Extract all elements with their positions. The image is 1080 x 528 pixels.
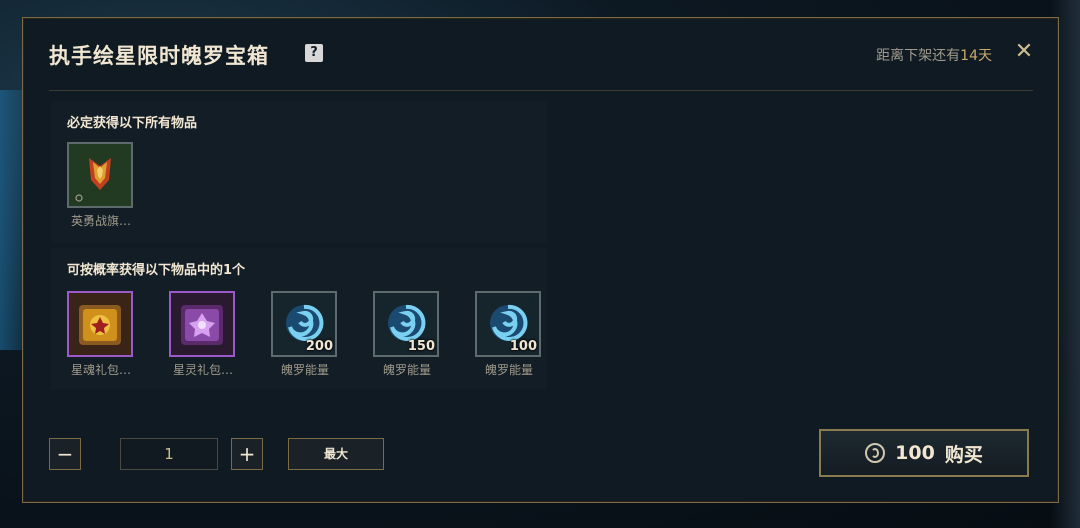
increase-button[interactable]: +	[231, 438, 263, 470]
gift-chest-icon	[169, 291, 235, 357]
coin-icon	[865, 443, 886, 463]
decrease-button[interactable]: −	[49, 438, 81, 470]
quantity-input[interactable]: 1	[120, 438, 218, 470]
buy-label: 购买	[944, 443, 983, 466]
random-section: 可按概率获得以下物品中的1个 星魂礼包… 星灵礼包… 200 魄罗能量 150 …	[51, 248, 547, 390]
removal-countdown: 距离下架还有14天	[876, 45, 992, 65]
swirl-energy-icon: 200	[271, 291, 337, 357]
buy-button[interactable]: 100 购买	[819, 429, 1029, 477]
loot-chest-modal: 执手绘星限时魄罗宝箱 ? 距离下架还有14天 ✕ 必定获得以下所有物品 英勇战旗…	[22, 17, 1059, 503]
item-quantity: 100	[509, 339, 537, 354]
item-label: 魄罗能量	[484, 363, 533, 377]
item-label: 魄罗能量	[382, 363, 431, 377]
reward-item-star-soul-pack[interactable]: 星魂礼包…	[67, 291, 135, 378]
reward-item-banner[interactable]: 英勇战旗…	[67, 142, 135, 229]
max-button[interactable]: 最大	[288, 438, 384, 470]
reward-item-poro-energy-150[interactable]: 150 魄罗能量	[373, 291, 441, 378]
item-label: 英勇战旗…	[70, 214, 131, 228]
countdown-days: 14天	[960, 48, 992, 64]
countdown-prefix: 距离下架还有	[876, 48, 961, 64]
item-label: 魄罗能量	[280, 363, 329, 377]
guaranteed-section: 必定获得以下所有物品 英勇战旗…	[51, 101, 547, 243]
random-title: 可按概率获得以下物品中的1个	[67, 263, 246, 278]
reward-item-poro-energy-200[interactable]: 200 魄罗能量	[271, 291, 339, 378]
item-label: 星魂礼包…	[70, 363, 131, 377]
reward-item-star-spirit-pack[interactable]: 星灵礼包…	[169, 291, 237, 378]
help-icon[interactable]: ?	[305, 44, 323, 62]
reward-item-poro-energy-100[interactable]: 100 魄罗能量	[475, 291, 543, 378]
gift-chest-icon	[67, 291, 133, 357]
swirl-energy-icon: 100	[475, 291, 541, 357]
guaranteed-title: 必定获得以下所有物品	[67, 116, 198, 131]
modal-title: 执手绘星限时魄罗宝箱	[49, 44, 269, 68]
banner-icon	[67, 142, 133, 208]
header-divider	[49, 90, 1033, 91]
item-label: 星灵礼包…	[172, 363, 233, 377]
swirl-energy-icon: 150	[373, 291, 439, 357]
close-icon[interactable]: ✕	[1012, 40, 1036, 64]
item-quantity: 150	[407, 339, 435, 354]
buy-price: 100	[895, 442, 935, 464]
item-quantity: 200	[305, 339, 333, 354]
